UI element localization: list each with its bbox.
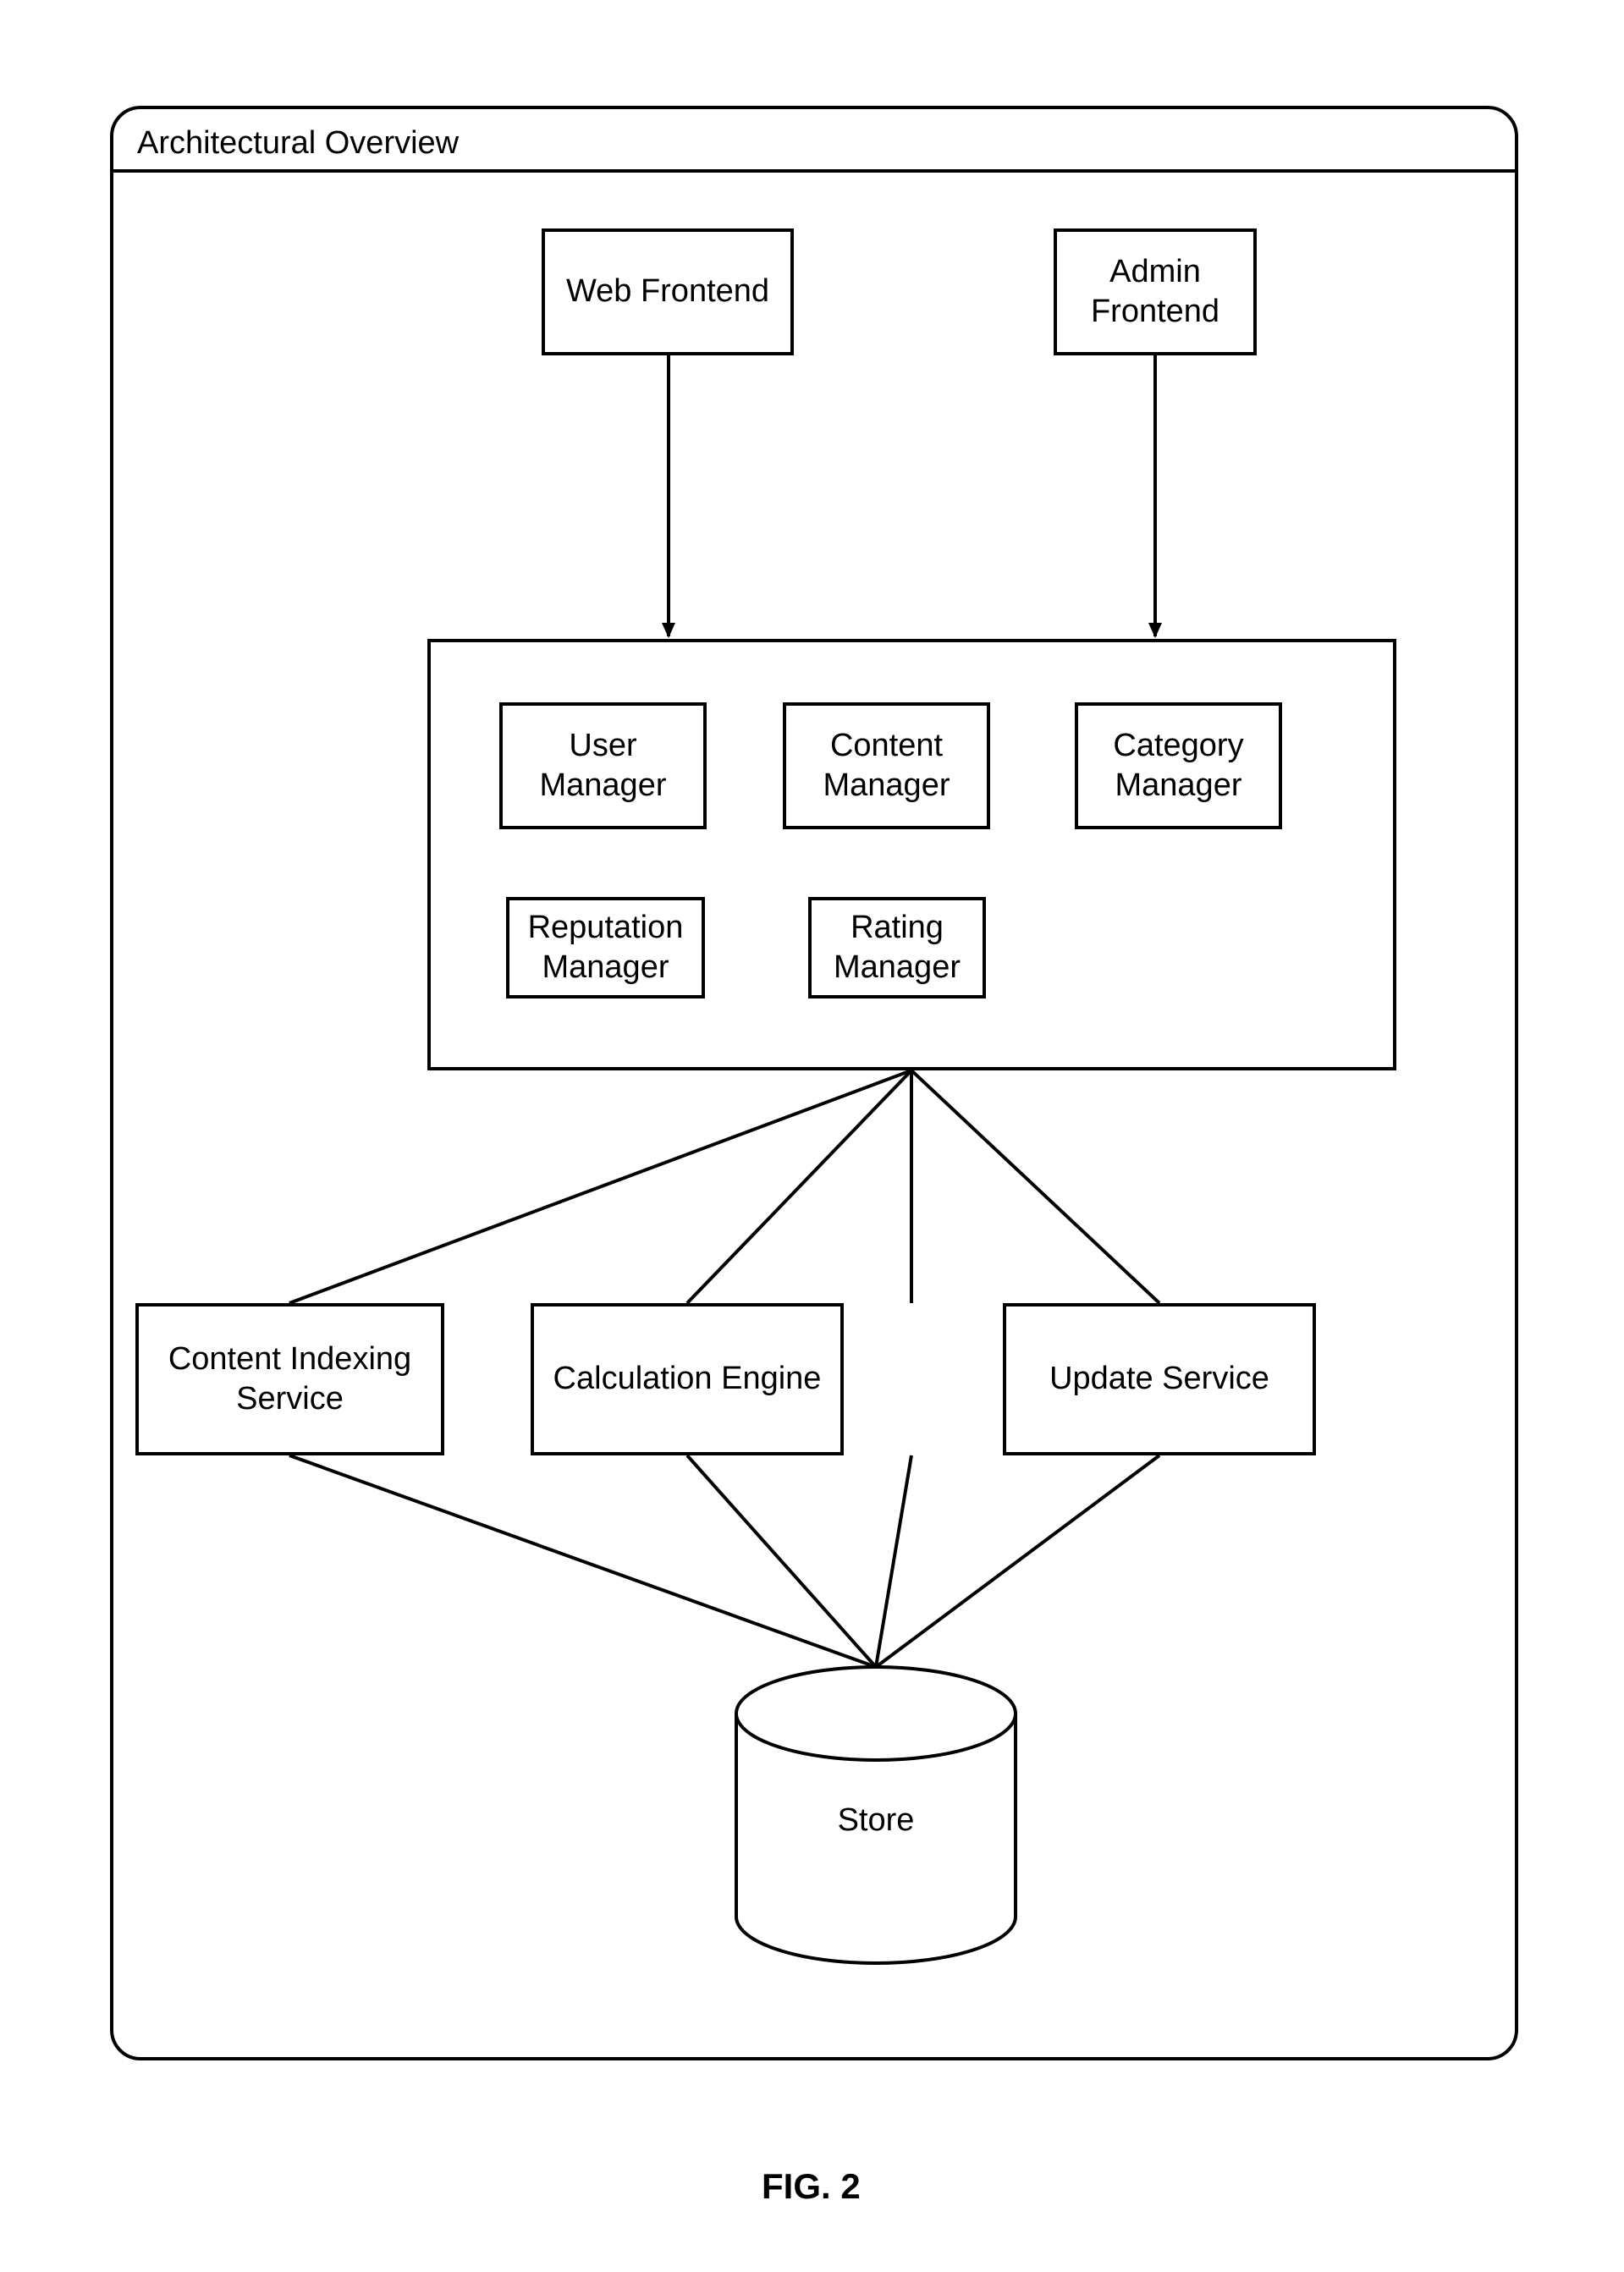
figure-caption: FIG. 2 [762, 2166, 861, 2207]
rating-manager-label: Rating Manager [834, 908, 961, 988]
category-manager-label: Category Manager [1113, 726, 1243, 806]
calculation-engine-box: Calculation Engine [531, 1303, 844, 1455]
web-frontend-box: Web Frontend [542, 228, 794, 355]
panel-title-rule [113, 169, 1515, 173]
admin-frontend-label: Admin Frontend [1091, 252, 1219, 333]
content-indexing-service-label: Content Indexing Service [168, 1340, 411, 1420]
diagram-panel [110, 106, 1518, 2060]
calculation-engine-label: Calculation Engine [553, 1359, 822, 1400]
update-service-label: Update Service [1049, 1359, 1269, 1400]
user-manager-label: User Manager [540, 726, 667, 806]
category-manager-box: Category Manager [1075, 702, 1282, 829]
reputation-manager-box: Reputation Manager [506, 897, 705, 998]
page: Architectural Overview Web Frontend Admi… [0, 0, 1624, 2272]
panel-title: Architectural Overview [132, 125, 464, 162]
reputation-manager-label: Reputation Manager [528, 908, 684, 988]
web-frontend-label: Web Frontend [566, 272, 769, 312]
content-manager-box: Content Manager [783, 702, 990, 829]
update-service-box: Update Service [1003, 1303, 1316, 1455]
user-manager-box: User Manager [499, 702, 707, 829]
admin-frontend-box: Admin Frontend [1054, 228, 1257, 355]
content-manager-label: Content Manager [823, 726, 950, 806]
store-label: Store [736, 1802, 1016, 1839]
content-indexing-service-box: Content Indexing Service [135, 1303, 444, 1455]
rating-manager-box: Rating Manager [808, 897, 986, 998]
